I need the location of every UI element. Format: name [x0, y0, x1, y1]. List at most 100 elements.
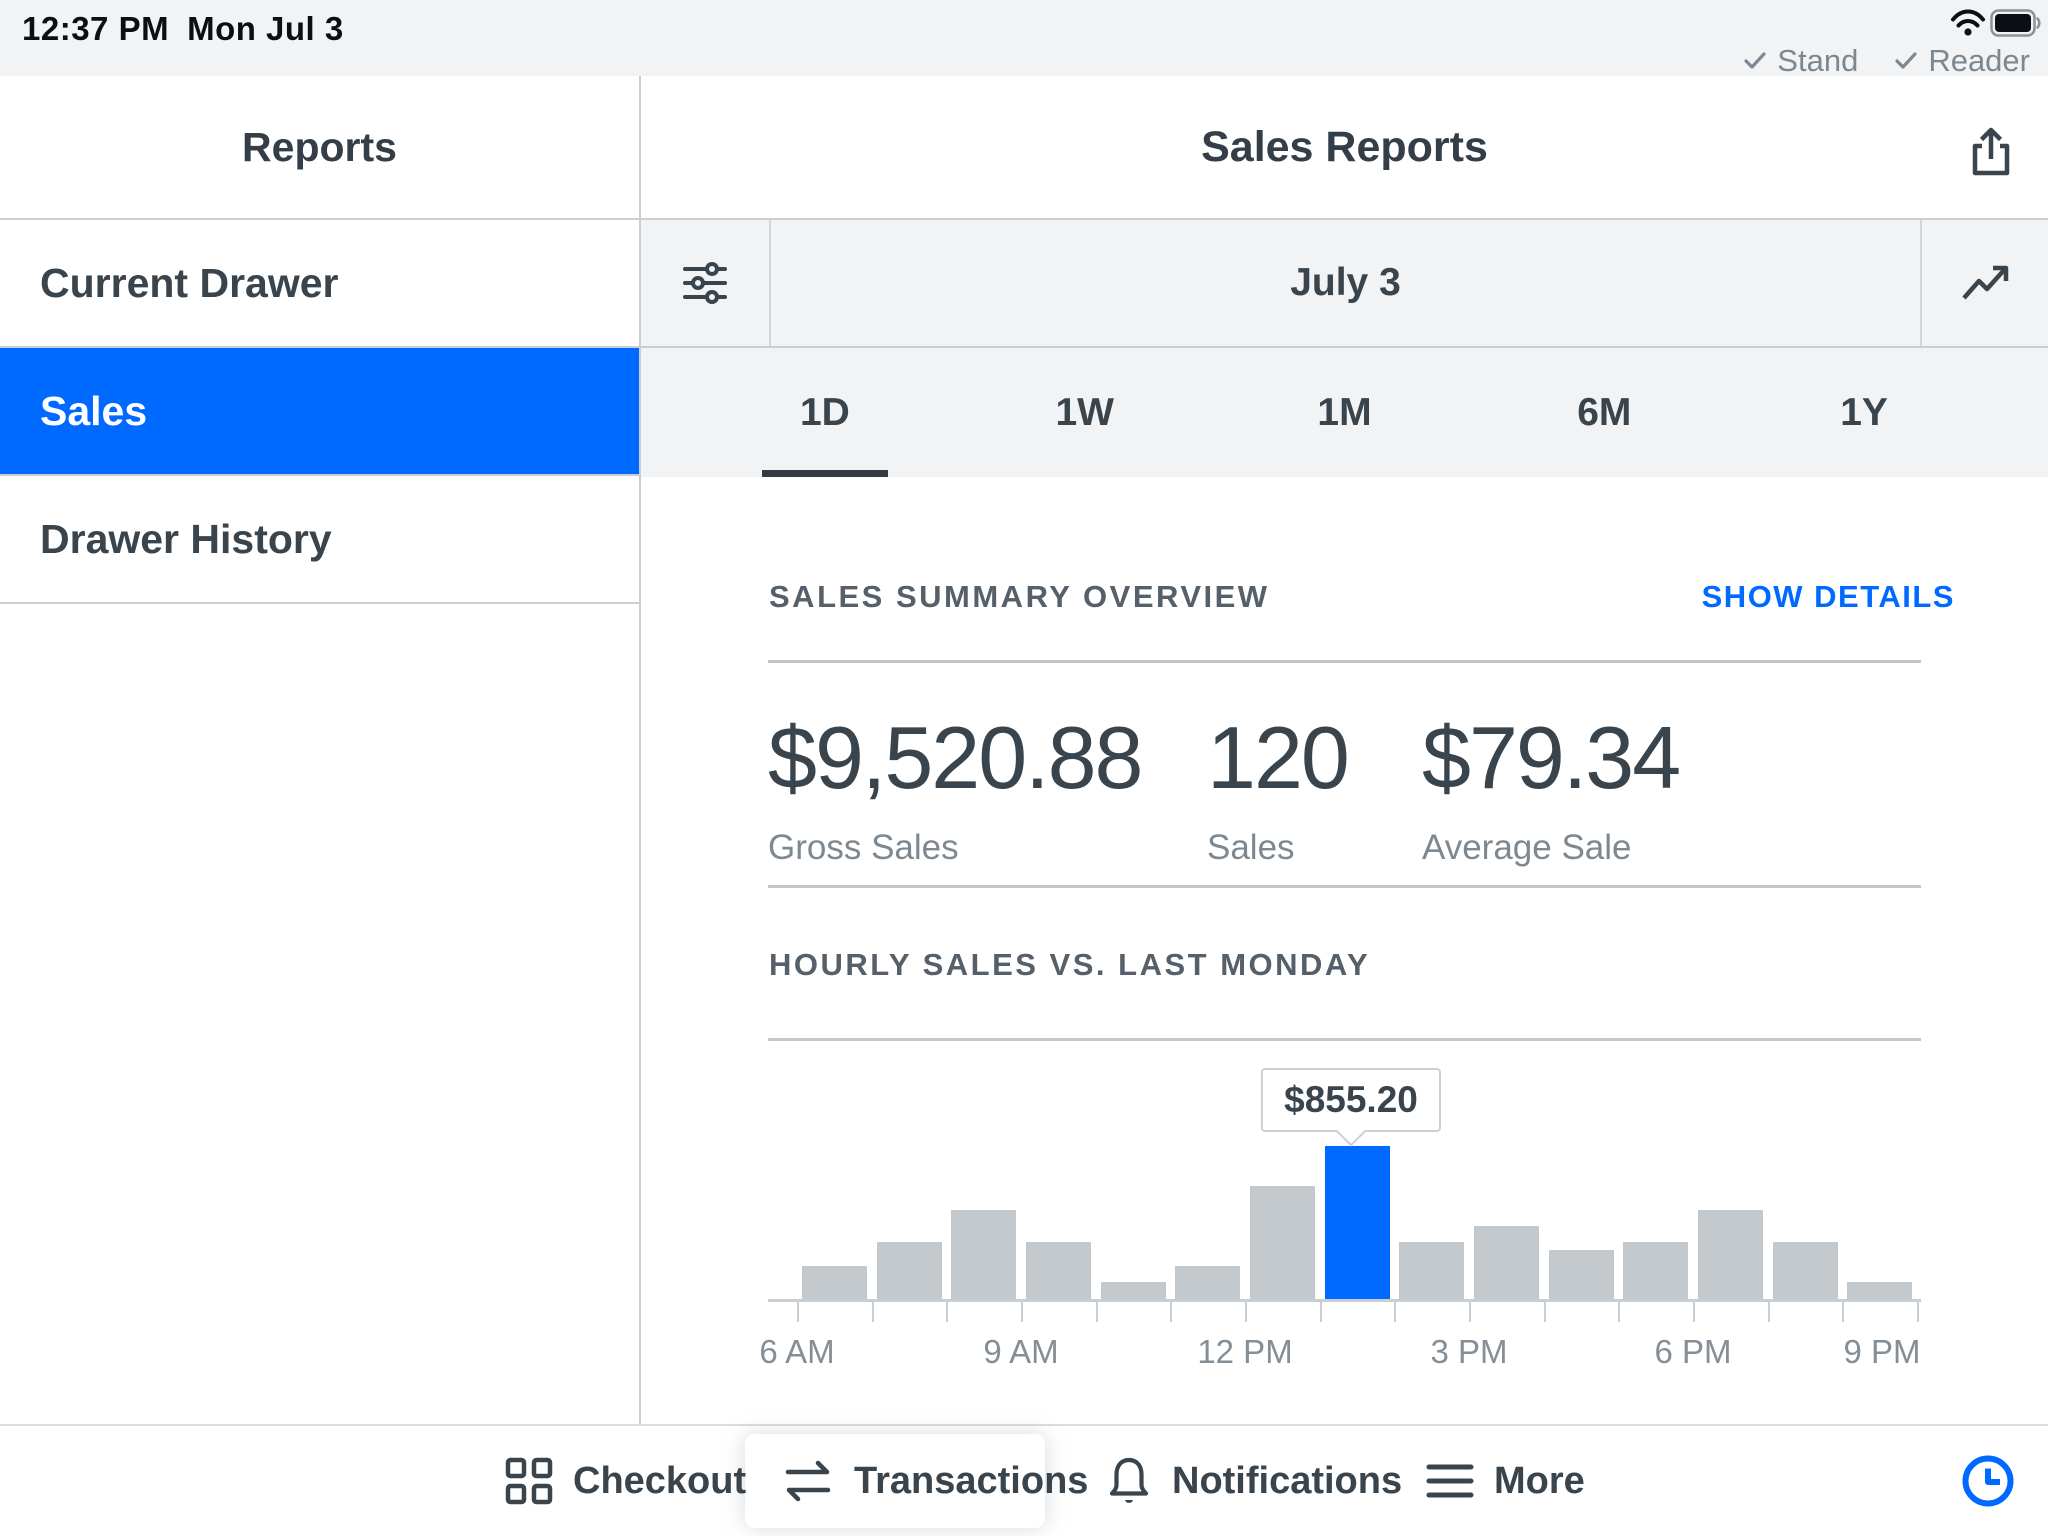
sidebar-title: Reports [0, 76, 639, 220]
axis-tick [1170, 1302, 1172, 1322]
metric-sales-count: 120 Sales [1207, 714, 1348, 868]
chart-bar-12pm[interactable] [1250, 1186, 1315, 1299]
chart-bar-8am[interactable] [951, 1210, 1016, 1299]
status-date: Mon Jul 3 [187, 10, 344, 47]
tab-label: 1M [1317, 391, 1371, 435]
share-icon [1967, 126, 2015, 178]
axis-label-9pm: 9 PM [1843, 1333, 1920, 1371]
share-button[interactable] [1967, 126, 2015, 178]
axis-tick [1096, 1302, 1098, 1322]
sidebar-item-drawer-history[interactable]: Drawer History [0, 476, 639, 604]
clock-icon [1960, 1453, 2016, 1509]
check-icon [1894, 51, 1918, 71]
tab-1m[interactable]: 1M [1215, 348, 1475, 477]
chart-section-title: HOURLY SALES VS. LAST MONDAY [769, 947, 1370, 983]
filter-button[interactable] [641, 220, 771, 346]
check-icon [1743, 51, 1767, 71]
metric-label: Average Sale [1422, 828, 1679, 868]
reader-label: Reader [1928, 43, 2030, 79]
date-bar: July 3 [641, 220, 2048, 348]
chart-bar-7am[interactable] [877, 1242, 942, 1299]
chart-bar-8pm[interactable] [1847, 1282, 1912, 1299]
date-selector[interactable]: July 3 [771, 220, 1920, 346]
reports-sidebar: Reports Current Drawer Sales Drawer Hist… [0, 76, 641, 1424]
tab-label: 6M [1577, 391, 1631, 435]
chart-bar-5pm[interactable] [1623, 1242, 1688, 1299]
sales-reports-screen: 12:37 PM Mon Jul 3 Stand Reader [0, 0, 2048, 1536]
axis-label-6am: 6 AM [759, 1333, 834, 1371]
sidebar-item-sales[interactable]: Sales [0, 348, 639, 476]
grid-icon [505, 1457, 553, 1505]
sidebar-item-label: Drawer History [40, 516, 332, 563]
axis-tick [1394, 1302, 1396, 1322]
metric-value: 120 [1207, 714, 1348, 802]
metric-label: Gross Sales [768, 828, 1142, 868]
battery-icon [1990, 9, 2042, 37]
tab-label: 1W [1055, 391, 1114, 435]
metric-value: $9,520.88 [768, 714, 1142, 802]
time-clock-button[interactable] [1960, 1453, 2016, 1509]
axis-label-3pm: 3 PM [1430, 1333, 1507, 1371]
clock-time: 12:37 PM [22, 10, 169, 47]
tab-1w[interactable]: 1W [955, 348, 1215, 477]
chart-x-axis [768, 1299, 1921, 1302]
chart-bar-10am[interactable] [1101, 1282, 1166, 1299]
nav-label: Notifications [1172, 1460, 1402, 1503]
summary-section-title: SALES SUMMARY OVERVIEW [769, 579, 1270, 615]
axis-label-12pm: 12 PM [1197, 1333, 1292, 1371]
metric-label: Sales [1207, 828, 1348, 868]
nav-checkout[interactable]: Checkout [505, 1426, 746, 1536]
axis-tick [1768, 1302, 1770, 1322]
metric-gross-sales: $9,520.88 Gross Sales [768, 714, 1142, 868]
nav-notifications[interactable]: Notifications [1106, 1426, 1402, 1536]
divider [768, 1038, 1921, 1041]
trend-chart-icon [1960, 262, 2010, 304]
tab-label: 1D [800, 391, 850, 435]
tab-1d[interactable]: 1D [695, 348, 955, 477]
status-time: 12:37 PM Mon Jul 3 [22, 10, 344, 48]
nav-more[interactable]: More [1426, 1426, 1585, 1536]
reader-status: Reader [1894, 43, 2030, 79]
chart-bar-2pm[interactable] [1399, 1242, 1464, 1299]
bottom-navigation: Checkout Transactions Notifications [0, 1424, 2048, 1536]
axis-tick [1917, 1302, 1919, 1322]
tab-6m[interactable]: 6M [1474, 348, 1734, 477]
sidebar-item-current-drawer[interactable]: Current Drawer [0, 220, 639, 348]
chart-bar-6am[interactable] [802, 1266, 867, 1299]
axis-tick [1469, 1302, 1471, 1322]
divider [768, 660, 1921, 663]
nav-transactions[interactable]: Transactions [782, 1426, 1088, 1536]
chart-bar-9am[interactable] [1026, 1242, 1091, 1299]
tab-label: 1Y [1840, 391, 1888, 435]
sidebar-item-label: Sales [40, 388, 147, 435]
status-bar: 12:37 PM Mon Jul 3 Stand Reader [0, 0, 2048, 76]
axis-tick [946, 1302, 948, 1322]
metric-value: $79.34 [1422, 714, 1679, 802]
nav-label: More [1494, 1460, 1585, 1503]
show-details-link[interactable]: SHOW DETAILS [1702, 579, 1955, 615]
period-tabs: 1D 1W 1M 6M 1Y [641, 348, 2048, 477]
chart-bar-1pm[interactable] [1325, 1146, 1390, 1299]
stand-label: Stand [1777, 43, 1858, 79]
axis-label-9am: 9 AM [983, 1333, 1058, 1371]
selected-date-label: July 3 [1290, 261, 1401, 305]
stand-status: Stand [1743, 43, 1858, 79]
chart-bar-11am[interactable] [1175, 1266, 1240, 1299]
trend-view-button[interactable] [1920, 220, 2048, 346]
bell-icon [1106, 1456, 1152, 1506]
sales-summary-panel: SALES SUMMARY OVERVIEW SHOW DETAILS $9,5… [641, 477, 2048, 1424]
transactions-icon [782, 1460, 834, 1502]
chart-bar-3pm[interactable] [1474, 1226, 1539, 1299]
axis-label-6pm: 6 PM [1654, 1333, 1731, 1371]
sidebar-item-label: Current Drawer [40, 260, 338, 307]
page-title: Sales Reports [641, 76, 2048, 218]
chart-tooltip: $855.20 [1261, 1068, 1441, 1132]
chart-bar-7pm[interactable] [1773, 1242, 1838, 1299]
chart-bar-4pm[interactable] [1549, 1250, 1614, 1299]
axis-tick [1842, 1302, 1844, 1322]
tab-1y[interactable]: 1Y [1734, 348, 1994, 477]
chart-bar-6pm[interactable] [1698, 1210, 1763, 1299]
menu-icon [1426, 1462, 1474, 1500]
axis-tick [1544, 1302, 1546, 1322]
axis-tick [797, 1302, 799, 1322]
